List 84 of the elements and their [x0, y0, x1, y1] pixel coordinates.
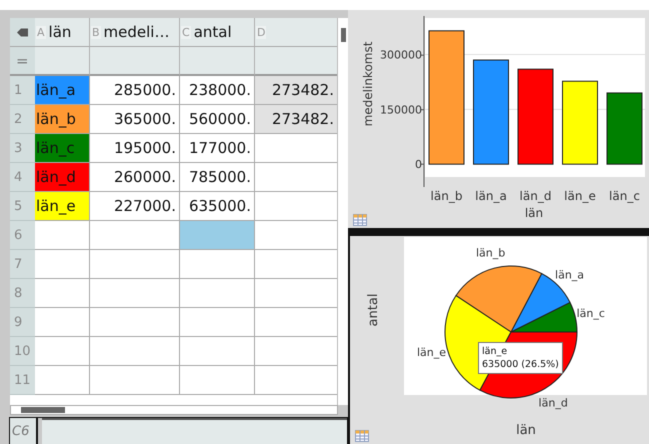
table-cell[interactable]	[35, 279, 90, 308]
table-cell[interactable]: 785000.	[180, 163, 255, 192]
slice-label: län_c	[576, 307, 605, 320]
table-cell[interactable]	[180, 221, 255, 250]
table-cell[interactable]: län_b	[35, 105, 90, 134]
entry-line-field[interactable]	[42, 418, 347, 444]
formula-cell[interactable]	[90, 47, 180, 76]
table-cell[interactable]	[35, 250, 90, 279]
column-letter: C	[181, 26, 191, 38]
table-icon[interactable]	[353, 214, 367, 226]
formula-cell[interactable]	[255, 47, 338, 76]
row-number: 2	[10, 105, 35, 134]
table-cell[interactable]: 227000.	[90, 192, 180, 221]
tag-icon[interactable]	[17, 28, 28, 36]
table-cell[interactable]	[90, 366, 180, 395]
table-cell[interactable]: län_c	[35, 134, 90, 163]
table-cell[interactable]: 238000.	[180, 76, 255, 105]
horizontal-scrollbar[interactable]	[10, 405, 338, 415]
y-axis-title: medelinkomst	[361, 42, 375, 126]
formula-cell[interactable]	[180, 47, 255, 76]
slice-label: län_d	[538, 396, 568, 410]
category-label: län_b	[430, 189, 462, 203]
row-number: 3	[10, 134, 35, 163]
row-number: 7	[10, 250, 35, 279]
table-cell[interactable]: 195000.	[90, 134, 180, 163]
column-header[interactable]: antal	[194, 23, 232, 41]
category-label: län_e	[564, 189, 596, 203]
slice-label: län_a	[555, 268, 584, 282]
slice-label: län_b	[476, 246, 506, 260]
vertical-scrollbar[interactable]	[337, 18, 348, 405]
table-cell[interactable]: 273482.	[255, 105, 338, 134]
table-cell[interactable]	[180, 337, 255, 366]
row-number: 1	[10, 76, 35, 105]
column-header[interactable]: län	[48, 23, 72, 41]
formula-cell[interactable]	[35, 47, 90, 76]
row-number: 8	[10, 279, 35, 308]
table-cell[interactable]	[90, 337, 180, 366]
x-axis-title: län	[516, 423, 536, 438]
column-letter: D	[256, 26, 266, 38]
y-tick-label: 300000	[380, 48, 422, 62]
table-cell[interactable]: 273482.	[255, 76, 338, 105]
y-tick-label: 150000	[380, 103, 422, 116]
table-cell[interactable]: 285000.	[90, 76, 180, 105]
table-cell[interactable]: län_a	[35, 76, 90, 105]
table-cell[interactable]	[35, 337, 90, 366]
table-cell[interactable]	[90, 250, 180, 279]
y-tick-label: 0	[415, 158, 422, 172]
column-letter: B	[91, 26, 101, 38]
category-label: län_d	[520, 189, 552, 203]
formula-row-label: =	[10, 47, 35, 76]
category-label: län_a	[475, 189, 507, 203]
column-letter: A	[36, 26, 46, 38]
row-number: 4	[10, 163, 35, 192]
table-cell[interactable]: 635000.	[180, 192, 255, 221]
table-cell[interactable]	[90, 308, 180, 337]
category-label: län_c	[609, 189, 640, 203]
table-cell[interactable]	[180, 366, 255, 395]
row-number: 6	[10, 221, 35, 250]
table-cell[interactable]: 365000.	[90, 105, 180, 134]
table-cell[interactable]	[180, 308, 255, 337]
x-axis-title: län	[524, 206, 544, 220]
table-cell[interactable]	[180, 250, 255, 279]
table-cell[interactable]: län_d	[35, 163, 90, 192]
row-number: 9	[10, 308, 35, 337]
tooltip-value: 635000 (26.5%)	[482, 358, 559, 371]
y-axis-title: antal	[366, 294, 381, 326]
slice-label: län_e	[417, 346, 446, 360]
table-cell[interactable]	[90, 279, 180, 308]
table-cell[interactable]: län_e	[35, 192, 90, 221]
tooltip-title: län_e	[482, 345, 508, 358]
table-icon[interactable]	[355, 430, 369, 442]
table-cell[interactable]	[35, 366, 90, 395]
row-number: 10	[10, 337, 35, 366]
column-header[interactable]: medeli…	[104, 23, 170, 41]
table-cell[interactable]	[180, 279, 255, 308]
table-cell[interactable]: 177000.	[180, 134, 255, 163]
table-cell[interactable]: 560000.	[180, 105, 255, 134]
table-cell[interactable]	[35, 221, 90, 250]
table-cell[interactable]: 260000.	[90, 163, 180, 192]
table-cell[interactable]	[35, 308, 90, 337]
row-number: 11	[10, 366, 35, 395]
table-cell[interactable]	[90, 221, 180, 250]
cell-reference: C6	[10, 418, 38, 444]
row-number: 5	[10, 192, 35, 221]
